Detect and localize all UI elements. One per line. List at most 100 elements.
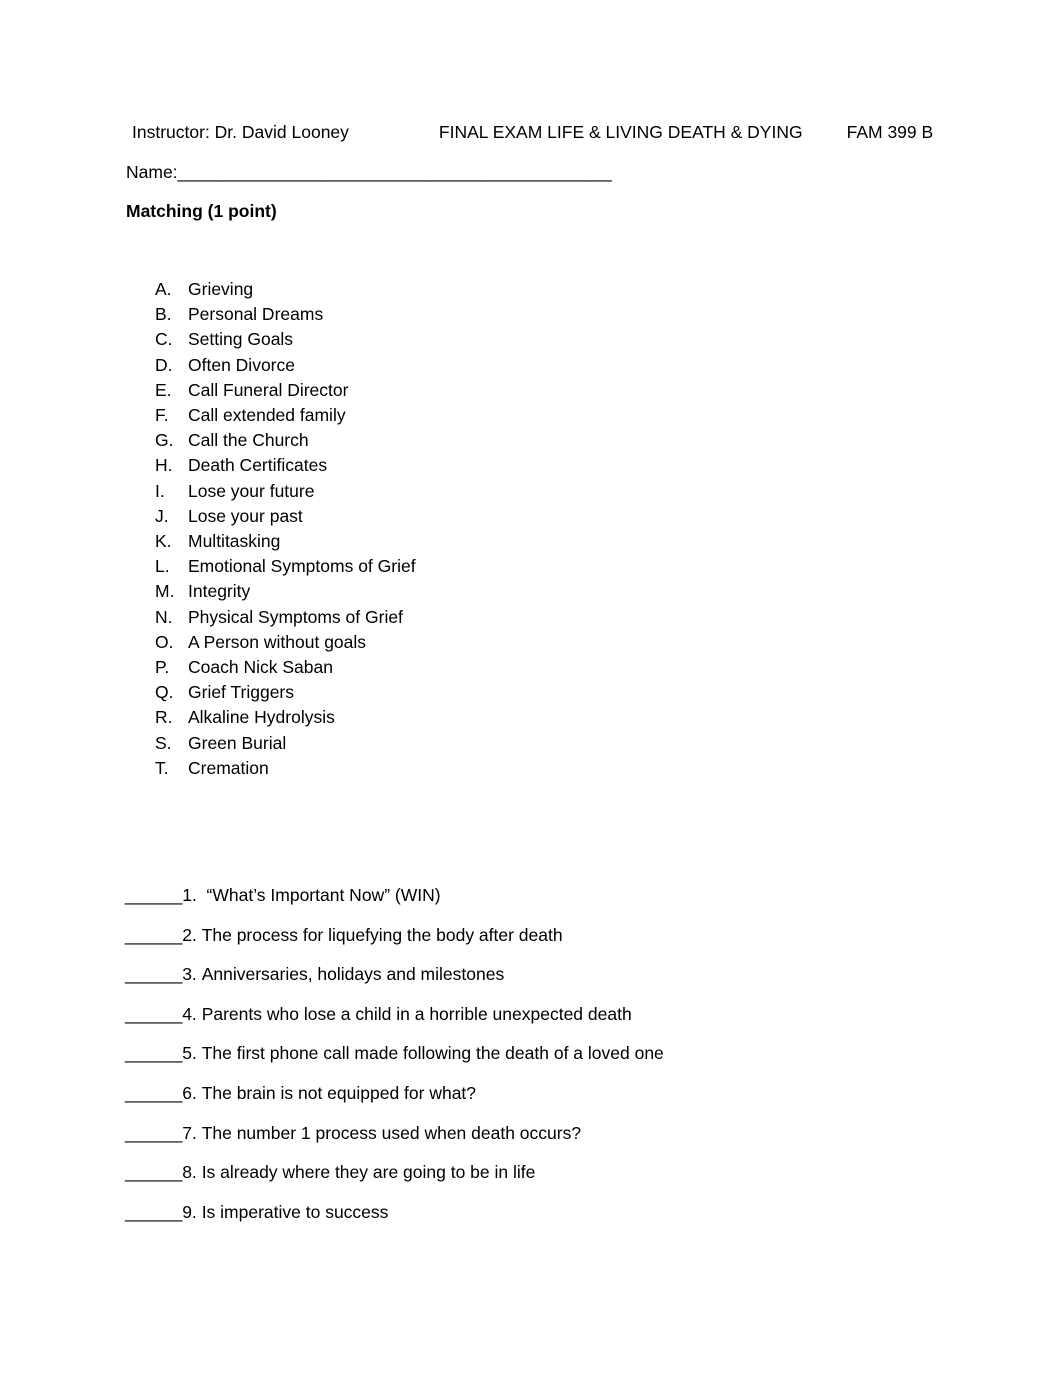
option-text: Lose your future [188, 480, 315, 501]
list-item: T. Cremation [155, 756, 855, 781]
question-row: ______8. Is already where they are going… [125, 1153, 925, 1193]
list-item: C. Setting Goals [155, 327, 855, 352]
list-item: A. Grieving [155, 277, 855, 302]
question-row: ______9. Is imperative to success [125, 1193, 925, 1233]
option-letter: C. [155, 329, 173, 350]
option-letter: S. [155, 732, 172, 753]
question-number: 5. [182, 1043, 197, 1064]
option-text: Grieving [188, 279, 254, 299]
list-item: K. Multitasking [155, 529, 855, 554]
option-text: Green Burial [188, 732, 287, 753]
question-row: ______1. “What’s Important Now” (WIN) [125, 876, 925, 916]
question-number: 9. [182, 1201, 197, 1222]
option-letter: P. [155, 657, 170, 678]
answer-blank[interactable]: ______ [125, 1004, 182, 1024]
list-item: B. Personal Dreams [155, 302, 855, 327]
document-header: Instructor: Dr. David Looney FINAL EXAM L… [132, 120, 962, 144]
name-field: Name:___________________________________… [126, 160, 612, 184]
option-text: Setting Goals [188, 329, 294, 350]
list-item: M. Integrity [155, 579, 855, 604]
name-label: Name: [126, 162, 178, 182]
name-blank-underline[interactable]: ________________________________________… [178, 162, 612, 182]
document-page: Instructor: Dr. David Looney FINAL EXAM L… [0, 0, 1062, 1377]
list-item: Q. Grief Triggers [155, 680, 855, 705]
option-letter: G. [155, 430, 174, 451]
matching-options-list: A. Grieving B. Personal Dreams C. Setting G… [155, 277, 855, 781]
question-text: The first phone call made following the … [201, 1043, 664, 1064]
course-code: FAM 399 B [846, 122, 934, 142]
option-letter: R. [155, 707, 173, 728]
instructor-name: Instructor: Dr. David Looney [132, 122, 349, 142]
option-text: Personal Dreams [188, 304, 324, 325]
question-text: The number 1 process used when death occ… [201, 1122, 582, 1143]
option-letter: Q. [155, 682, 174, 703]
answer-blank[interactable]: ______ [125, 1202, 182, 1222]
question-text: The brain is not equipped for what? [201, 1082, 477, 1103]
option-letter: N. [155, 606, 173, 627]
question-number: 3. [182, 964, 197, 985]
list-item: H. Death Certificates [155, 453, 855, 478]
question-text: Is already where they are going to be in… [201, 1162, 536, 1183]
option-text: A Person without goals [188, 631, 367, 652]
option-letter: K. [155, 531, 172, 552]
answer-blank[interactable]: ______ [125, 1043, 182, 1063]
option-text: Call extended family [188, 405, 346, 426]
option-text: Emotional Symptoms of Grief [188, 556, 416, 577]
question-number: 4. [182, 1003, 197, 1024]
option-letter: L. [155, 556, 170, 577]
list-item: N. Physical Symptoms of Grief [155, 605, 855, 630]
option-letter: A. [155, 279, 172, 299]
question-number: 2. [182, 924, 197, 945]
option-letter: F. [155, 405, 169, 426]
option-letter: M. [155, 581, 175, 602]
list-item: O. A Person without goals [155, 630, 855, 655]
question-row: ______3. Anniversaries, holidays and mil… [125, 955, 925, 995]
option-text: Coach Nick Saban [188, 657, 333, 678]
question-row: ______7. The number 1 process used when … [125, 1114, 925, 1154]
option-text: Multitasking [188, 531, 281, 552]
option-text: Physical Symptoms of Grief [188, 606, 403, 627]
option-text: Lose your past [188, 505, 303, 526]
option-letter: H. [155, 455, 173, 476]
list-item: G. Call the Church [155, 428, 855, 453]
answer-blank[interactable]: ______ [125, 885, 182, 905]
question-text: Anniversaries, holidays and milestones [201, 964, 505, 985]
question-row: ______5. The first phone call made follo… [125, 1034, 925, 1074]
question-number: 8. [182, 1162, 197, 1183]
list-item: D. Often Divorce [155, 353, 855, 378]
questions-list: ______1. “What’s Important Now” (WIN) __… [125, 876, 925, 1232]
option-letter: J. [155, 505, 169, 526]
question-row: ______2. The process for liquefying the … [125, 916, 925, 956]
answer-blank[interactable]: ______ [125, 964, 182, 984]
question-row: ______6. The brain is not equipped for w… [125, 1074, 925, 1114]
exam-title: FINAL EXAM LIFE & LIVING DEATH & DYING [438, 122, 803, 142]
option-text: Death Certificates [188, 455, 328, 476]
option-letter: O. [155, 631, 174, 652]
answer-blank[interactable]: ______ [125, 1123, 182, 1143]
list-item: F. Call extended family [155, 403, 855, 428]
question-number: 6. [182, 1082, 197, 1103]
option-letter: I. [155, 480, 165, 501]
question-text: “What’s Important Now” (WIN) [206, 885, 441, 905]
option-text: Call the Church [188, 430, 309, 451]
option-letter: B. [155, 304, 172, 325]
option-letter: E. [155, 379, 172, 400]
list-item: E. Call Funeral Director [155, 378, 855, 403]
option-letter: D. [155, 354, 173, 375]
option-text: Alkaline Hydrolysis [188, 707, 335, 728]
question-number: 1. [182, 885, 197, 905]
list-item: I. Lose your future [155, 479, 855, 504]
question-text: Is imperative to success [201, 1201, 389, 1222]
list-item: R. Alkaline Hydrolysis [155, 705, 855, 730]
section-heading-matching: Matching (1 point) [126, 201, 277, 221]
question-text: The process for liquefying the body afte… [201, 924, 563, 945]
question-number: 7. [182, 1122, 197, 1143]
answer-blank[interactable]: ______ [125, 1162, 182, 1182]
option-text: Grief Triggers [188, 682, 294, 703]
answer-blank[interactable]: ______ [125, 1083, 182, 1103]
question-row: ______4. Parents who lose a child in a h… [125, 995, 925, 1035]
option-text: Integrity [188, 581, 251, 602]
answer-blank[interactable]: ______ [125, 925, 182, 945]
list-item: J. Lose your past [155, 504, 855, 529]
option-letter: T. [155, 757, 169, 778]
